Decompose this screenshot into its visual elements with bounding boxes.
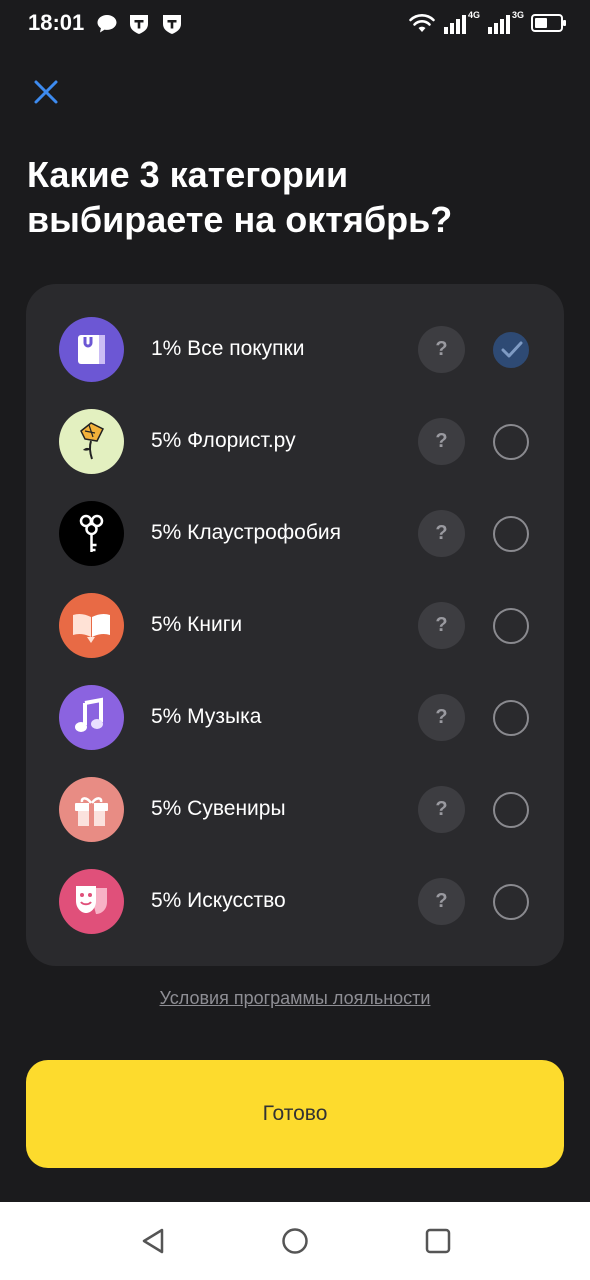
category-row-souvenirs[interactable]: 5% Сувениры ? — [26, 763, 564, 855]
category-checkbox[interactable] — [493, 700, 529, 736]
category-checkbox[interactable] — [493, 516, 529, 552]
theater-mask-icon — [59, 869, 124, 934]
page-title: Какие 3 категории выбираете на октябрь? — [27, 152, 547, 242]
category-row-music[interactable]: 5% Музыка ? — [26, 671, 564, 763]
back-triangle-icon — [142, 1228, 164, 1254]
category-label: 5% Книги — [151, 613, 243, 636]
home-button[interactable] — [280, 1226, 310, 1256]
loyalty-terms-link[interactable]: Условия программы лояльности — [0, 988, 590, 1009]
signal-icon — [444, 15, 466, 34]
category-label: 5% Сувениры — [151, 797, 286, 820]
book-icon — [59, 593, 124, 658]
category-label: 1% Все покупки — [151, 337, 305, 360]
help-button[interactable]: ? — [418, 326, 465, 373]
category-label: 5% Искусство — [151, 889, 286, 912]
category-label: 5% Флорист.ру — [151, 429, 296, 452]
chat-bubble-icon — [97, 15, 117, 33]
home-circle-icon — [282, 1228, 308, 1254]
category-row-books[interactable]: 5% Книги ? — [26, 579, 564, 671]
recents-button[interactable] — [423, 1226, 453, 1256]
help-button[interactable]: ? — [418, 602, 465, 649]
category-row-art[interactable]: 5% Искусство ? — [26, 855, 564, 947]
status-bar: 18:01 4G 3G — [0, 0, 590, 48]
signal-icon — [488, 15, 510, 34]
help-button[interactable]: ? — [418, 418, 465, 465]
category-checkbox[interactable] — [493, 608, 529, 644]
music-note-icon — [59, 685, 124, 750]
title-line-1: Какие 3 категории — [27, 154, 349, 195]
help-button[interactable]: ? — [418, 510, 465, 557]
category-list: 1% Все покупки ? 5% Флорист.ру ? 5% Клау… — [26, 284, 564, 966]
status-time: 18:01 — [28, 10, 85, 35]
battery-icon — [531, 14, 566, 32]
category-checkbox[interactable] — [493, 884, 529, 920]
key-icon — [59, 501, 124, 566]
category-row-all-purchases[interactable]: 1% Все покупки ? — [26, 303, 564, 395]
wifi-icon — [409, 14, 435, 32]
recents-square-icon — [425, 1228, 451, 1254]
close-button[interactable] — [28, 74, 64, 110]
help-button[interactable]: ? — [418, 786, 465, 833]
category-row-claustrophobia[interactable]: 5% Клаустрофобия ? — [26, 487, 564, 579]
flower-icon — [59, 409, 124, 474]
checkmark-icon — [501, 341, 523, 358]
tinkoff-shield-icon — [163, 15, 181, 34]
category-row-florist[interactable]: 5% Флорист.ру ? — [26, 395, 564, 487]
close-icon — [34, 80, 58, 104]
back-button[interactable] — [138, 1226, 168, 1256]
category-checkbox[interactable] — [493, 332, 529, 368]
network-type-1: 4G — [468, 10, 481, 20]
title-line-2: выбираете на октябрь? — [27, 199, 453, 240]
category-label: 5% Музыка — [151, 705, 262, 728]
category-label: 5% Клаустрофобия — [151, 521, 341, 544]
help-button[interactable]: ? — [418, 878, 465, 925]
network-type-2: 3G — [512, 10, 525, 20]
done-button[interactable]: Готово — [26, 1060, 564, 1168]
system-nav-bar — [0, 1202, 590, 1280]
category-checkbox[interactable] — [493, 424, 529, 460]
help-button[interactable]: ? — [418, 694, 465, 741]
gift-icon — [59, 777, 124, 842]
shopping-bag-icon — [59, 317, 124, 382]
category-checkbox[interactable] — [493, 792, 529, 828]
tinkoff-shield-icon — [130, 15, 148, 34]
